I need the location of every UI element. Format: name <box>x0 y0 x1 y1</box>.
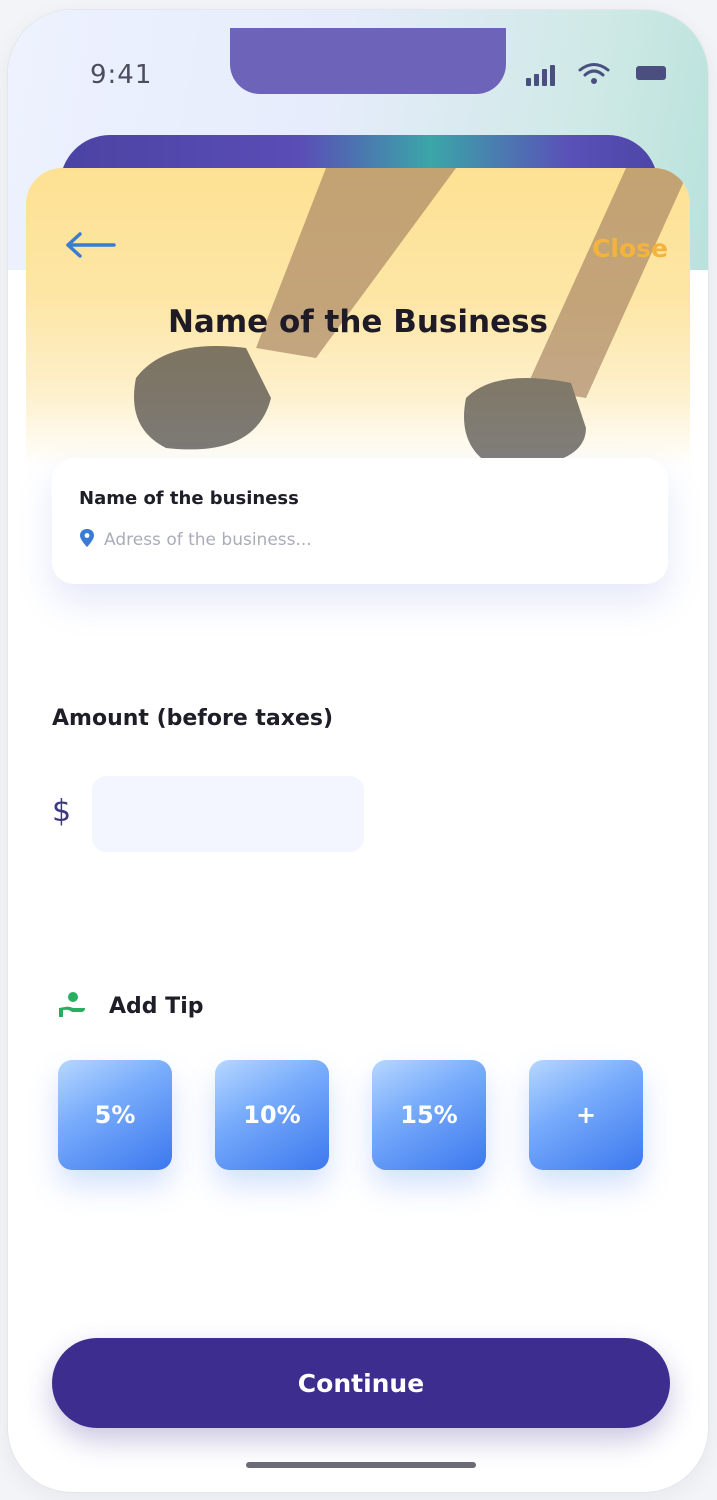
close-link[interactable]: Close <box>592 234 668 263</box>
device-notch <box>230 28 506 94</box>
hand-user-icon <box>59 992 85 1017</box>
tip-option-15[interactable]: 15% <box>372 1060 486 1170</box>
hero-banner: Close Name of the Business <box>26 168 690 468</box>
tip-option-10[interactable]: 10% <box>215 1060 329 1170</box>
currency-symbol: $ <box>52 794 72 829</box>
continue-button[interactable]: Continue <box>52 1338 670 1428</box>
amount-label: Amount (before taxes) <box>52 706 334 731</box>
amount-input[interactable] <box>92 776 364 852</box>
business-name: Name of the business <box>79 488 299 509</box>
business-card[interactable]: Name of the business Adress of the busin… <box>52 458 668 584</box>
wifi-icon <box>578 63 610 84</box>
location-pin-icon <box>80 529 94 547</box>
battery-icon <box>636 66 666 80</box>
tip-option-custom[interactable]: + <box>529 1060 643 1170</box>
back-arrow-icon[interactable] <box>64 230 118 260</box>
add-tip-label: Add Tip <box>109 994 204 1019</box>
status-icons <box>526 62 666 86</box>
page-title: Name of the Business <box>167 304 549 340</box>
business-address-placeholder: Adress of the business... <box>104 530 312 550</box>
phone-frame: 9:41 Close Name of the Business Name of <box>8 10 708 1492</box>
tip-option-5[interactable]: 5% <box>58 1060 172 1170</box>
status-time: 9:41 <box>90 60 153 90</box>
home-indicator <box>246 1462 476 1468</box>
